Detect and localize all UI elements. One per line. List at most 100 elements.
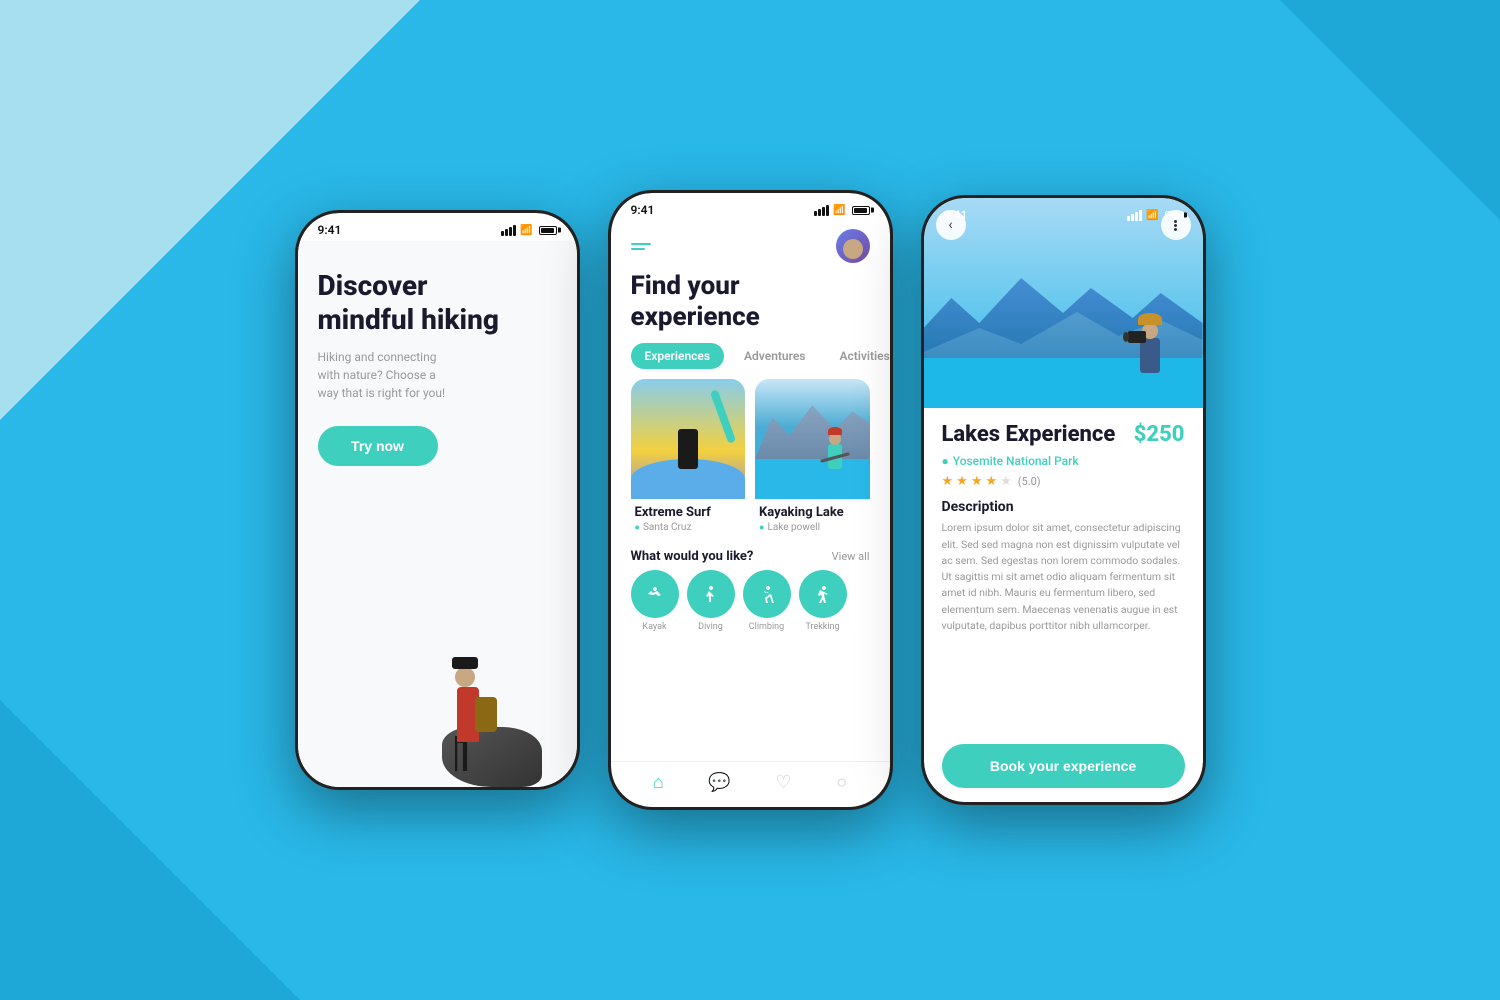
signal-bar [826, 205, 829, 216]
avatar-silhouette [843, 239, 863, 259]
star-5: ★ [1000, 474, 1012, 489]
location-pin-icon: ● [942, 454, 949, 468]
dot [1174, 228, 1177, 231]
climbing-icon [755, 582, 779, 606]
card-location-kayak: ● Lake powell [759, 522, 866, 533]
kayak-image [755, 379, 870, 499]
signal-bar [818, 209, 821, 216]
phones-container: 9:41 📶 Discover min [295, 190, 1206, 810]
activity-climbing[interactable]: Climbing [743, 570, 791, 632]
status-icons-1: 📶 [501, 225, 556, 236]
what-row: What would you like? View all [611, 543, 890, 570]
description-label: Description [942, 499, 1185, 515]
phone-1-screen: 9:41 📶 Discover min [298, 213, 577, 787]
kayak-person [820, 424, 850, 469]
hero-image: 9:41 📶 [924, 198, 1203, 408]
phone-3-screen: 9:41 📶 [924, 198, 1203, 802]
activity-label-trekking: Trekking [805, 622, 839, 632]
view-all-link[interactable]: View all [832, 550, 870, 563]
what-label: What would you like? [631, 549, 754, 564]
hiker-head [455, 667, 475, 687]
stars-row: ★ ★ ★ ★ ★ (5.0) [942, 474, 1185, 489]
kayak-icon [643, 582, 667, 606]
activity-label-diving: Diving [698, 622, 723, 632]
battery-icon [852, 206, 870, 215]
card-info-kayak: Kayaking Lake ● Lake powell [755, 499, 870, 533]
hamburger-menu-icon[interactable] [631, 243, 651, 250]
location-pin-icon: ● [759, 522, 764, 533]
signal-bar [1127, 216, 1130, 221]
detail-title: Lakes Experience [942, 422, 1116, 448]
phone1-title: Discover mindful hiking [318, 269, 557, 336]
phone2-header [611, 221, 890, 271]
signal-bar [513, 225, 516, 236]
tab-experiences[interactable]: Experiences [631, 343, 725, 369]
activity-circle-trekking [799, 570, 847, 618]
star-2: ★ [956, 474, 968, 489]
surf-board [710, 390, 736, 444]
bottom-nav: ⌂ 💬 ♡ ○ [611, 761, 890, 807]
battery-icon [539, 226, 557, 235]
signal-bar [501, 231, 504, 236]
status-bar-2: 9:41 📶 [611, 193, 890, 221]
phone2-title-section: Find your experience [611, 271, 890, 343]
activity-circle-kayak [631, 570, 679, 618]
nav-search-icon[interactable]: ○ [836, 772, 847, 793]
cards-row: Extreme Surf ● Santa Cruz [611, 379, 890, 543]
activity-kayak[interactable]: Kayak [631, 570, 679, 632]
phone1-content: Discover mindful hiking Hiking and conne… [298, 241, 577, 787]
activity-trekking[interactable]: Trekking [799, 570, 847, 632]
hamburger-line [631, 248, 645, 250]
bg-shape-top-right [1280, 0, 1500, 220]
ph-camera [1128, 331, 1146, 343]
tabs-row: Experiences Adventures Activities [611, 343, 890, 379]
signal-bar [505, 229, 508, 236]
signal-bars-1 [501, 225, 516, 236]
hamburger-line [631, 243, 651, 245]
diving-icon [699, 582, 723, 606]
avatar[interactable] [836, 229, 870, 263]
detail-header: Lakes Experience $250 [942, 422, 1185, 448]
phone-2-screen: 9:41 📶 [611, 193, 890, 807]
tab-adventures[interactable]: Adventures [730, 343, 819, 369]
card-extreme-surf: Extreme Surf ● Santa Cruz [631, 379, 746, 533]
card-info-surf: Extreme Surf ● Santa Cruz [631, 499, 746, 533]
kayak-mountains [755, 399, 870, 459]
trekking-icon [811, 582, 835, 606]
activity-circle-climbing [743, 570, 791, 618]
star-3: ★ [971, 474, 983, 489]
signal-bars-2 [814, 205, 829, 216]
phone3-content: Lakes Experience $250 ● Yosemite Nationa… [924, 408, 1203, 802]
battery-icon [1165, 211, 1183, 220]
book-button[interactable]: Book your experience [942, 744, 1185, 788]
activity-label-kayak: Kayak [642, 622, 666, 632]
card-name-surf: Extreme Surf [635, 505, 742, 520]
nav-heart-icon[interactable]: ♡ [775, 772, 791, 793]
nav-home-icon[interactable]: ⌂ [653, 772, 664, 793]
activities-row: Kayak Diving Climb [611, 570, 890, 640]
activity-diving[interactable]: Diving [687, 570, 735, 632]
signal-bar [1131, 214, 1134, 221]
tab-activities[interactable]: Activities [825, 343, 889, 369]
star-4: ★ [985, 474, 997, 489]
card-name-kayak: Kayaking Lake [759, 505, 866, 520]
signal-bar [509, 227, 512, 236]
status-icons-3: 📶 [1127, 210, 1182, 221]
surf-image [631, 379, 746, 499]
signal-bar [1139, 210, 1142, 221]
kayak-hair [828, 427, 842, 435]
status-icons-2: 📶 [814, 205, 869, 216]
signal-bar [1135, 212, 1138, 221]
phone-1: 9:41 📶 Discover min [295, 210, 580, 790]
status-time-2: 9:41 [631, 203, 655, 217]
location-pin-icon: ● [635, 522, 640, 533]
phone1-subtitle: Hiking and connecting with nature? Choos… [318, 348, 458, 402]
kayak-water [755, 459, 870, 499]
nav-chat-icon[interactable]: 💬 [708, 772, 730, 793]
activity-circle-diving [687, 570, 735, 618]
description-text: Lorem ipsum dolor sit amet, consectetur … [942, 520, 1185, 734]
ph-lens [1123, 332, 1129, 342]
ph-body [1140, 338, 1160, 373]
hiker-figure [422, 467, 577, 787]
phone2-title: Find your experience [631, 271, 870, 333]
